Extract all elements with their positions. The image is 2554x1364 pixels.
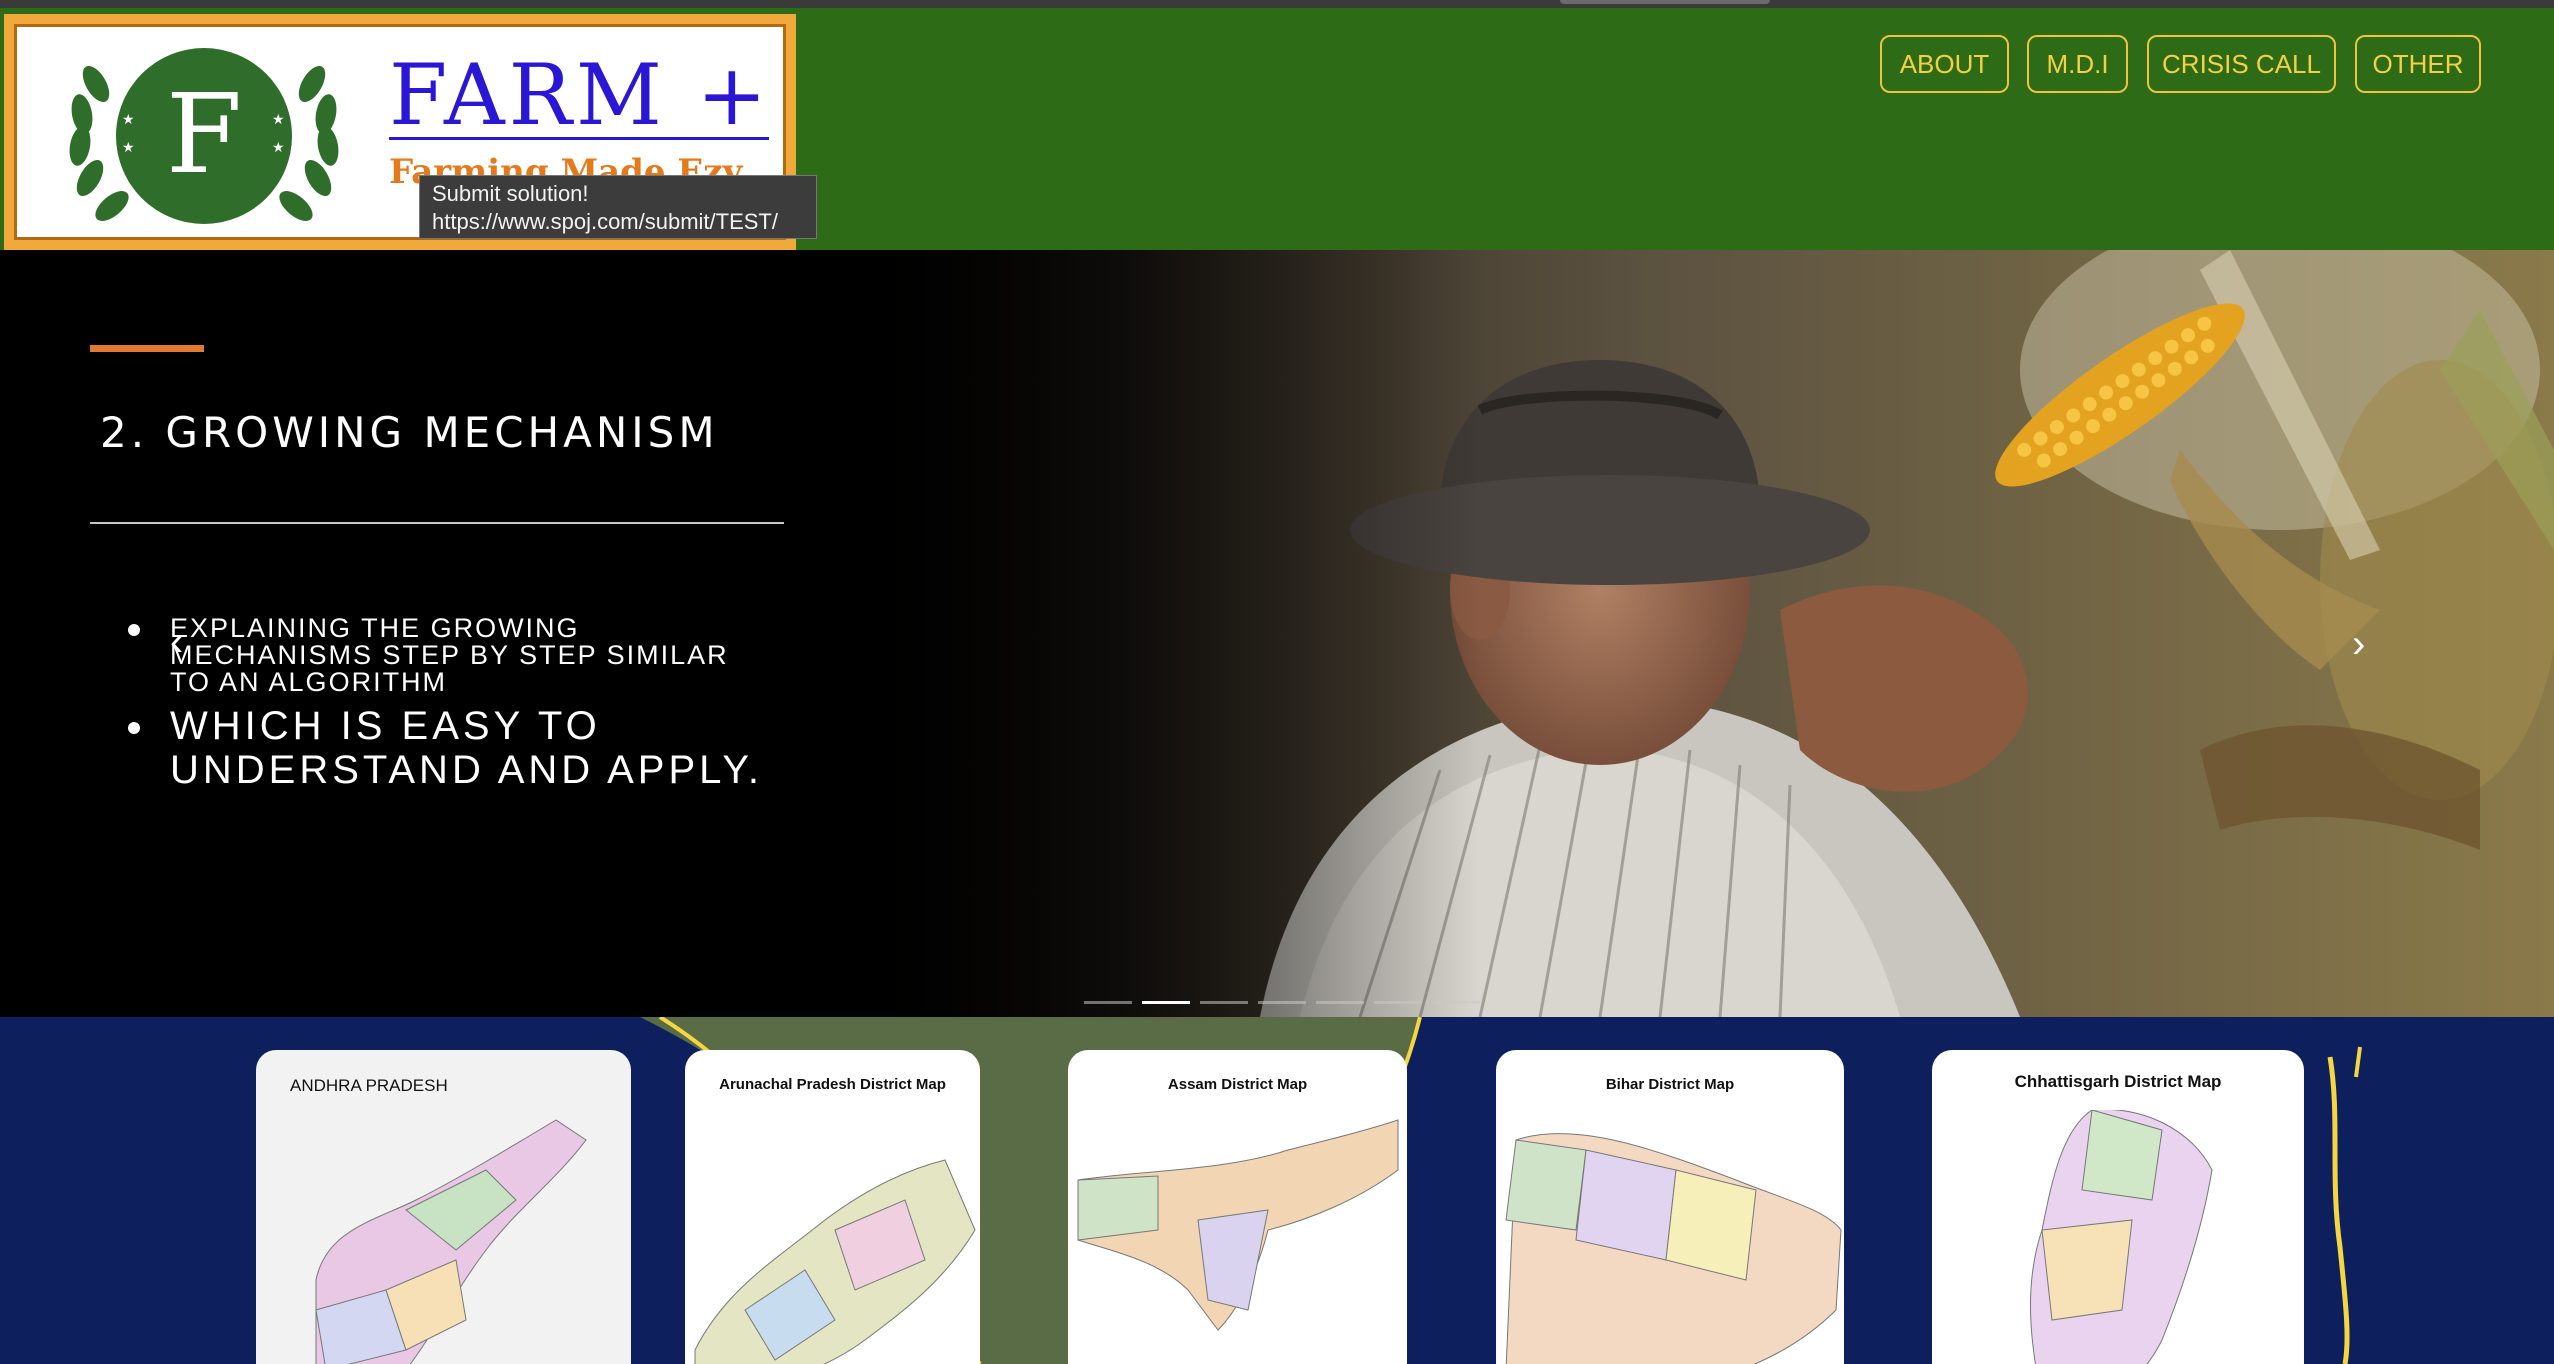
slide-bullet-1: EXPLAINING THE GROWING MECHANISMS STEP B… (170, 613, 729, 697)
bullet-dot (128, 624, 140, 636)
map-title: Chhattisgarh District Map (2014, 1072, 2222, 1091)
svg-text:★: ★ (272, 111, 285, 127)
nav-other-button[interactable]: OTHER (2355, 35, 2481, 93)
svg-text:★: ★ (122, 139, 135, 155)
carousel-indicators[interactable] (1084, 1001, 1480, 1004)
slide-accent-bar (90, 345, 204, 352)
map-card-andhra-pradesh[interactable]: ANDHRA PRADESH (256, 1050, 631, 1364)
carousel-indicator[interactable] (1200, 1001, 1248, 1004)
chhattisgarh-map-icon (2029, 1110, 2213, 1364)
nav-mdi-button[interactable]: M.D.I (2027, 35, 2128, 93)
svg-text:★: ★ (272, 139, 285, 155)
logo-divider (389, 137, 769, 140)
slide-title: 2. GROWING MECHANISM (100, 408, 719, 457)
hero-gradient (880, 250, 1480, 1017)
map-card-assam[interactable]: Assam District Map (1068, 1050, 1407, 1364)
carousel-indicator[interactable] (1374, 1001, 1422, 1004)
hero-carousel[interactable]: 2. GROWING MECHANISM EXPLAINING THE GROW… (0, 250, 2554, 1017)
carousel-indicator[interactable] (1316, 1001, 1364, 1004)
svg-text:★: ★ (122, 111, 135, 127)
nav-crisis-call-button[interactable]: CRISIS CALL (2147, 35, 2336, 93)
map-title: ANDHRA PRADESH (290, 1076, 448, 1095)
map-card-chhattisgarh[interactable]: Chhattisgarh District Map (1932, 1050, 2304, 1364)
nav-about-button[interactable]: ABOUT (1880, 35, 2009, 93)
state-maps-section: ANDHRA PRADESH Arunachal Pradesh Distric… (0, 1017, 2554, 1364)
assam-map-icon (1077, 1119, 1399, 1331)
carousel-indicator[interactable] (1258, 1001, 1306, 1004)
map-card-bihar[interactable]: Bihar District Map (1496, 1050, 1844, 1364)
arunachal-pradesh-map-icon (694, 1159, 976, 1364)
svg-text:F: F (166, 70, 242, 198)
site-header: ★ ★ ★ ★ F FARM + Farming Made Ezy Submit s… (0, 8, 2554, 250)
carousel-indicator[interactable] (1084, 1001, 1132, 1004)
map-title: Bihar District Map (1605, 1076, 1735, 1093)
slide-bullet-2: WHICH IS EASY TO UNDERSTAND AND APPLY. (170, 704, 764, 792)
carousel-next-icon[interactable]: › (2352, 622, 2365, 667)
bihar-map-icon (1505, 1133, 1842, 1364)
browser-tab-indicator (1560, 0, 1770, 4)
slide-divider (90, 522, 784, 524)
carousel-indicator[interactable] (1142, 1001, 1190, 1004)
browser-top-strip (0, 0, 2554, 8)
link-tooltip: Submit solution! https://www.spoj.com/su… (419, 175, 817, 239)
map-title: Arunachal Pradesh District Map (719, 1076, 946, 1093)
laurel-emblem-icon: ★ ★ ★ ★ F (69, 48, 339, 224)
carousel-prev-icon[interactable]: ‹ (170, 620, 183, 665)
map-card-arunachal-pradesh[interactable]: Arunachal Pradesh District Map (685, 1050, 980, 1364)
bullet-dot (128, 722, 140, 734)
logo-brand-name: FARM + (389, 46, 771, 144)
map-title: Assam District Map (1167, 1076, 1308, 1093)
carousel-indicator[interactable] (1432, 1001, 1480, 1004)
tooltip-url: https://www.spoj.com/submit/TEST/ (432, 209, 778, 234)
andhra-pradesh-map-icon (315, 1119, 587, 1364)
tooltip-title: Submit solution! (432, 181, 589, 206)
